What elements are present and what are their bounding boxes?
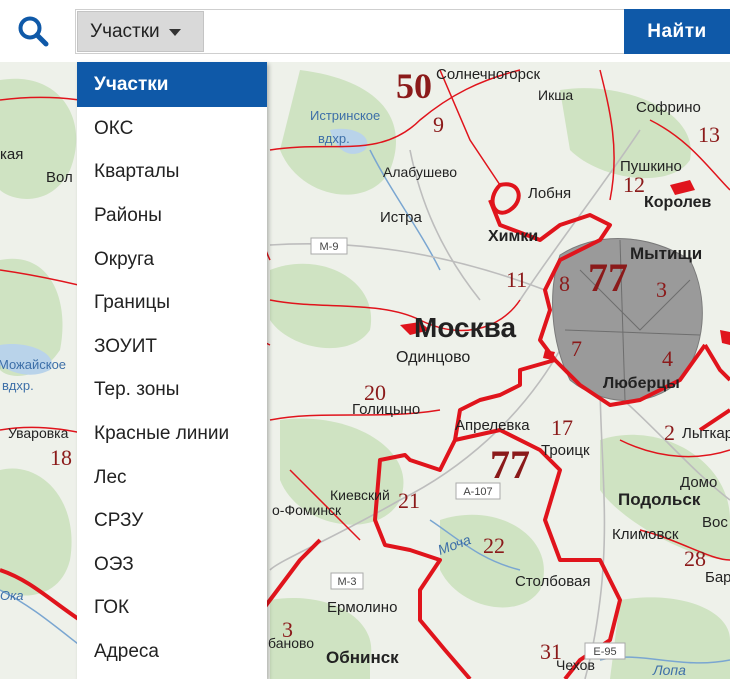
dropdown-item-granitsy[interactable]: Границы <box>77 281 267 325</box>
place-label: о-Фоминск <box>272 502 342 518</box>
region-number: 77 <box>588 255 628 300</box>
place-label: Икша <box>538 87 573 103</box>
place-label: вдхр. <box>2 378 34 393</box>
place-label: Голицыно <box>352 401 420 418</box>
region-number: 18 <box>50 445 72 470</box>
region-number: 12 <box>623 172 645 197</box>
region-number: 11 <box>506 267 527 292</box>
dropdown-item-adresa[interactable]: Адреса <box>77 630 267 674</box>
place-label: Софрино <box>636 99 701 116</box>
place-label: Столбовая <box>515 573 591 590</box>
place-label: Подольск <box>618 490 701 509</box>
dropdown-item-les[interactable]: Лес <box>77 456 267 500</box>
place-label: Апрелевка <box>455 417 530 434</box>
place-label: Люберцы <box>603 375 680 392</box>
place-label: Бар <box>705 569 730 586</box>
region-number: 2 <box>664 420 675 445</box>
region-number: 9 <box>433 112 444 137</box>
place-label: Ермолино <box>327 599 397 616</box>
search-icon[interactable] <box>16 14 50 48</box>
place-label: Истра <box>380 209 422 226</box>
region-number: 20 <box>364 380 386 405</box>
region-number: 17 <box>551 415 573 440</box>
dropdown-item-srzu[interactable]: СРЗУ <box>77 499 267 543</box>
place-label: Домо <box>680 474 717 491</box>
place-label: Вол <box>46 169 73 186</box>
layer-type-dropdown: Участки ОКС Кварталы Районы Округа Грани… <box>77 62 267 679</box>
region-number: 8 <box>559 271 570 296</box>
place-label: Ока <box>0 588 23 603</box>
place-label: Троицк <box>541 442 590 459</box>
region-number: 21 <box>398 488 420 513</box>
place-label-moscow: Москва <box>414 312 516 343</box>
dropdown-item-okruga[interactable]: Округа <box>77 238 267 282</box>
road-label: А-107 <box>463 486 492 498</box>
region-number: 50 <box>396 66 432 106</box>
search-type-select[interactable]: Участки <box>77 11 204 52</box>
region-number: 28 <box>684 546 706 571</box>
region-number: 13 <box>698 122 720 147</box>
search-toolbar: Участки Найти <box>0 0 730 62</box>
place-label: Климовск <box>612 526 679 543</box>
place-label: кая <box>0 146 23 163</box>
place-label: Солнечногорск <box>436 66 540 83</box>
place-label: Лыткари <box>682 425 730 442</box>
place-label: Алабушево <box>383 164 457 180</box>
region-number: 3 <box>656 277 667 302</box>
place-label: Киевский <box>330 487 390 503</box>
place-label: вдхр. <box>318 131 350 146</box>
region-number: 3 <box>282 617 293 642</box>
region-number: 77 <box>490 442 530 487</box>
dropdown-item-oks[interactable]: ОКС <box>77 107 267 151</box>
road-label: М-3 <box>338 576 357 588</box>
dropdown-item-ter-zony[interactable]: Тер. зоны <box>77 369 267 413</box>
dropdown-item-zouit[interactable]: ЗОУИТ <box>77 325 267 369</box>
place-label: Истринское <box>310 108 380 123</box>
place-label: Лобня <box>528 185 571 202</box>
dropdown-item-rayony[interactable]: Районы <box>77 194 267 238</box>
place-label: Обнинск <box>326 648 399 667</box>
road-label: Е-95 <box>593 646 616 658</box>
road-label: М-9 <box>320 241 339 253</box>
search-input[interactable] <box>206 11 620 52</box>
dropdown-item-gok[interactable]: ГОК <box>77 587 267 631</box>
dropdown-item-oez[interactable]: ОЭЗ <box>77 543 267 587</box>
dropdown-item-kvartaly[interactable]: Кварталы <box>77 151 267 195</box>
place-label: Уваровка <box>8 425 69 441</box>
region-number: 22 <box>483 533 505 558</box>
place-label: Можайское <box>0 357 66 372</box>
place-label: Одинцово <box>396 349 470 366</box>
chevron-down-icon <box>168 29 181 36</box>
find-button[interactable]: Найти <box>624 9 730 54</box>
place-label: Мытищи <box>630 244 702 263</box>
dropdown-item-uchastki[interactable]: Участки <box>77 62 267 107</box>
region-number: 7 <box>571 336 582 361</box>
search-type-label: Участки <box>90 20 160 42</box>
region-number: 4 <box>662 346 673 371</box>
place-label: Химки <box>488 228 538 245</box>
dropdown-item-krasnye-linii[interactable]: Красные линии <box>77 412 267 456</box>
place-label: Королев <box>644 194 712 211</box>
place-label: Вос <box>702 514 728 531</box>
region-number: 31 <box>540 639 562 664</box>
place-label: Лопа <box>652 662 686 678</box>
